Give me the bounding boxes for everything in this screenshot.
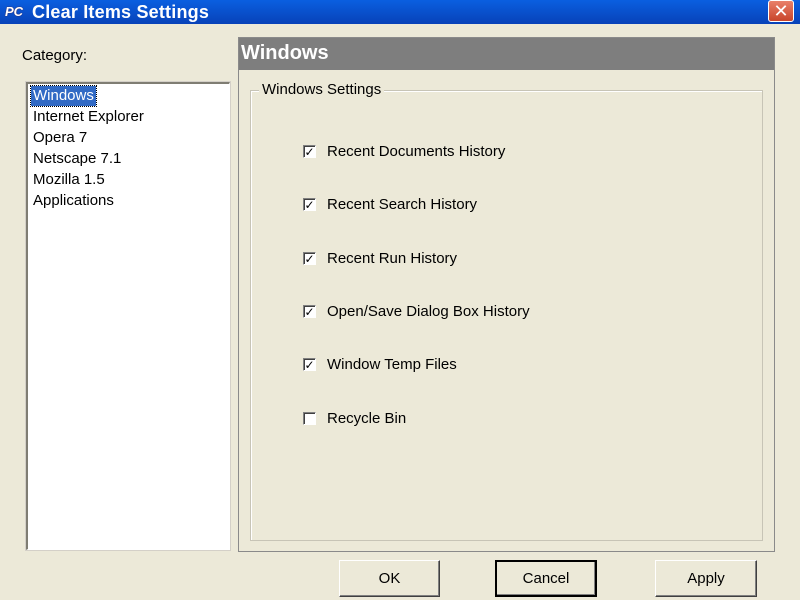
checkbox[interactable]: ✓ bbox=[303, 145, 316, 158]
category-item-windows[interactable]: Windows bbox=[30, 85, 97, 107]
app-icon: PC bbox=[4, 4, 24, 20]
checkbox[interactable]: ✓ bbox=[303, 198, 316, 211]
category-label: Category: bbox=[22, 47, 88, 64]
checkbox[interactable] bbox=[303, 412, 316, 425]
category-item-internet-explorer[interactable]: Internet Explorer bbox=[31, 107, 146, 127]
close-button[interactable]: ✕ bbox=[768, 0, 794, 22]
settings-panel: Windows Windows Settings ✓ Recent Docume… bbox=[238, 37, 775, 552]
ok-button[interactable]: OK bbox=[339, 560, 440, 597]
checkbox[interactable]: ✓ bbox=[303, 252, 316, 265]
option-label[interactable]: Recent Documents History bbox=[327, 142, 505, 162]
option-label[interactable]: Recycle Bin bbox=[327, 409, 406, 429]
title-bar[interactable]: PC Clear Items Settings ✕ bbox=[0, 0, 800, 24]
category-item-netscape[interactable]: Netscape 7.1 bbox=[31, 149, 123, 169]
window-title: Clear Items Settings bbox=[32, 2, 210, 22]
apply-button[interactable]: Apply bbox=[655, 560, 757, 597]
cancel-button[interactable]: Cancel bbox=[495, 560, 597, 597]
category-list[interactable]: Windows Internet Explorer Opera 7 Netsca… bbox=[25, 81, 231, 551]
group-title: Windows Settings bbox=[259, 80, 385, 100]
option-label[interactable]: Recent Run History bbox=[327, 249, 457, 269]
windows-settings-group: Windows Settings ✓ Recent Documents Hist… bbox=[250, 80, 763, 541]
option-label[interactable]: Window Temp Files bbox=[327, 355, 457, 375]
option-label[interactable]: Recent Search History bbox=[327, 195, 477, 215]
category-item-opera[interactable]: Opera 7 bbox=[31, 128, 89, 148]
panel-header: Windows bbox=[239, 38, 774, 70]
option-label[interactable]: Open/Save Dialog Box History bbox=[327, 302, 530, 322]
checkbox[interactable]: ✓ bbox=[303, 305, 316, 318]
checkbox[interactable]: ✓ bbox=[303, 358, 316, 371]
category-item-mozilla[interactable]: Mozilla 1.5 bbox=[31, 170, 107, 190]
close-icon: ✕ bbox=[773, 1, 789, 21]
category-item-applications[interactable]: Applications bbox=[31, 191, 116, 211]
